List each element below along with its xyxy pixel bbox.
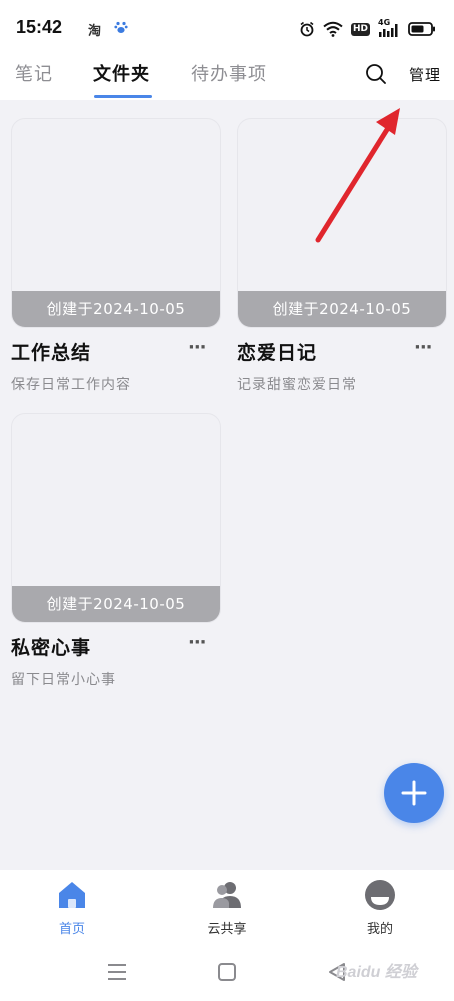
nav-label: 云共享: [207, 922, 247, 937]
folder-description: 保存日常工作内容: [11, 377, 131, 393]
menu-icon[interactable]: [106, 962, 128, 982]
folder-card-love[interactable]: 创建于2024-10-05: [237, 118, 447, 328]
alarm-icon: [300, 21, 314, 37]
status-indicators: HD 4G: [299, 18, 436, 40]
status-time: 15:42: [16, 17, 63, 37]
nav-cloud-share[interactable]: 云共享: [187, 878, 267, 937]
folder-title: 私密心事: [11, 637, 92, 659]
folder-title: 恋爱日记: [237, 342, 318, 364]
users-icon: [213, 882, 241, 908]
tab-folders[interactable]: 文件夹: [93, 60, 150, 86]
wifi-icon: [323, 21, 343, 37]
signal-icon: 4G: [378, 18, 400, 38]
nav-profile[interactable]: 我的: [340, 878, 420, 937]
plus-icon: [401, 780, 427, 806]
manage-button[interactable]: 管理: [409, 64, 441, 85]
folder-date: 创建于2024-10-05: [12, 291, 220, 327]
home-square-icon[interactable]: [217, 962, 237, 982]
folder-more-button[interactable]: ···: [188, 632, 206, 653]
active-tab-indicator: [94, 95, 152, 98]
folder-card-private[interactable]: 创建于2024-10-05: [11, 413, 221, 623]
nav-home[interactable]: 首页: [32, 878, 112, 937]
folder-more-button[interactable]: ···: [188, 337, 206, 358]
nav-label: 我的: [366, 922, 393, 937]
folder-date: 创建于2024-10-05: [12, 586, 220, 622]
folder-more-button[interactable]: ···: [414, 337, 432, 358]
search-button[interactable]: [364, 62, 388, 86]
folder-description: 记录甜蜜恋爱日常: [237, 377, 357, 393]
tab-notes[interactable]: 笔记: [15, 60, 53, 86]
profile-icon: [365, 880, 395, 910]
folder-date: 创建于2024-10-05: [238, 291, 446, 327]
watermark: Baidu 经验: [336, 964, 417, 981]
folder-card-work[interactable]: 创建于2024-10-05: [11, 118, 221, 328]
hd-badge: HD: [350, 22, 370, 36]
top-tab-bar: 笔记 文件夹 待办事项 管理: [0, 58, 454, 100]
home-icon: [59, 882, 85, 908]
tab-todo[interactable]: 待办事项: [191, 60, 267, 86]
paw-icon: [114, 20, 128, 38]
search-icon: [366, 64, 386, 84]
battery-icon: [408, 22, 435, 36]
folder-title: 工作总结: [11, 342, 92, 364]
folder-description: 留下日常小心事: [11, 672, 116, 688]
taobao-app-icon: 淘: [88, 24, 102, 39]
add-folder-button[interactable]: [384, 763, 444, 823]
nav-label: 首页: [58, 922, 85, 937]
status-bar: 15:42 淘 HD 4G: [0, 0, 454, 58]
